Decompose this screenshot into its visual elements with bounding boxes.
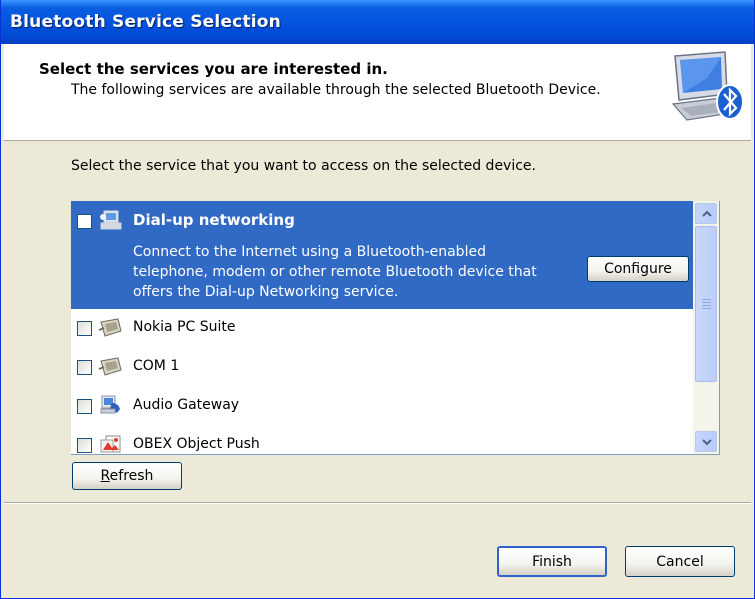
service-name: Dial-up networking (133, 211, 295, 229)
service-checkbox[interactable] (77, 360, 92, 375)
instruction-text: Select the service that you want to acce… (71, 158, 536, 174)
obex-push-icon (100, 435, 121, 453)
cancel-button[interactable]: Cancel (625, 546, 735, 577)
refresh-button[interactable]: Refresh (72, 462, 182, 490)
header-subtitle: The following services are available thr… (71, 82, 601, 98)
service-name: OBEX Object Push (133, 436, 260, 452)
service-name: Nokia PC Suite (133, 319, 236, 335)
list-item-obex-object-push[interactable]: OBEX Object Push (71, 426, 693, 454)
service-list[interactable]: Dial-up networking Connect to the Intern… (71, 201, 720, 455)
dialog-window: Bluetooth Service Selection Select the s… (0, 0, 755, 599)
scroll-thumb[interactable] (695, 226, 717, 382)
serial-port-icon (98, 357, 122, 376)
bluetooth-computer-icon (671, 51, 744, 121)
vertical-scrollbar[interactable] (693, 201, 719, 454)
service-checkbox[interactable] (77, 321, 92, 336)
service-description: Connect to the Internet using a Bluetoot… (133, 242, 563, 302)
audio-gateway-icon (100, 395, 120, 414)
scroll-down-button[interactable] (695, 431, 717, 452)
description-line: offers the Dial-up Networking service. (133, 284, 399, 300)
list-item-audio-gateway[interactable]: Audio Gateway (71, 387, 693, 426)
description-line: telephone, modem or other remote Bluetoo… (133, 264, 537, 280)
list-item-nokia-pc-suite[interactable]: Nokia PC Suite (71, 309, 693, 348)
service-checkbox[interactable] (77, 399, 92, 414)
scroll-up-button[interactable] (695, 203, 717, 224)
list-item-com-1[interactable]: COM 1 (71, 348, 693, 387)
thumb-grip (702, 302, 711, 303)
thumb-grip (702, 299, 711, 300)
thumb-grip (702, 308, 711, 309)
chevron-down-icon (702, 439, 712, 446)
description-line: Connect to the Internet using a Bluetoot… (133, 244, 486, 260)
service-name: COM 1 (133, 358, 180, 374)
header-title: Select the services you are interested i… (39, 60, 388, 78)
wizard-header: Select the services you are interested i… (4, 44, 751, 141)
service-name: Audio Gateway (133, 397, 240, 413)
refresh-access-key: R (100, 468, 110, 484)
thumb-grip (702, 305, 711, 306)
window-title: Bluetooth Service Selection (10, 12, 281, 32)
configure-button[interactable]: Configure (587, 256, 689, 282)
serial-port-icon (98, 318, 122, 337)
footer-divider (4, 502, 751, 504)
refresh-label: efresh (109, 468, 154, 484)
dialup-networking-icon (100, 210, 122, 230)
title-bar[interactable]: Bluetooth Service Selection (1, 0, 754, 44)
chevron-up-icon (702, 210, 712, 217)
service-checkbox[interactable] (77, 214, 92, 229)
service-checkbox[interactable] (77, 438, 92, 453)
list-item-dialup-networking[interactable]: Dial-up networking Connect to the Intern… (71, 201, 693, 309)
finish-button[interactable]: Finish (497, 546, 607, 577)
